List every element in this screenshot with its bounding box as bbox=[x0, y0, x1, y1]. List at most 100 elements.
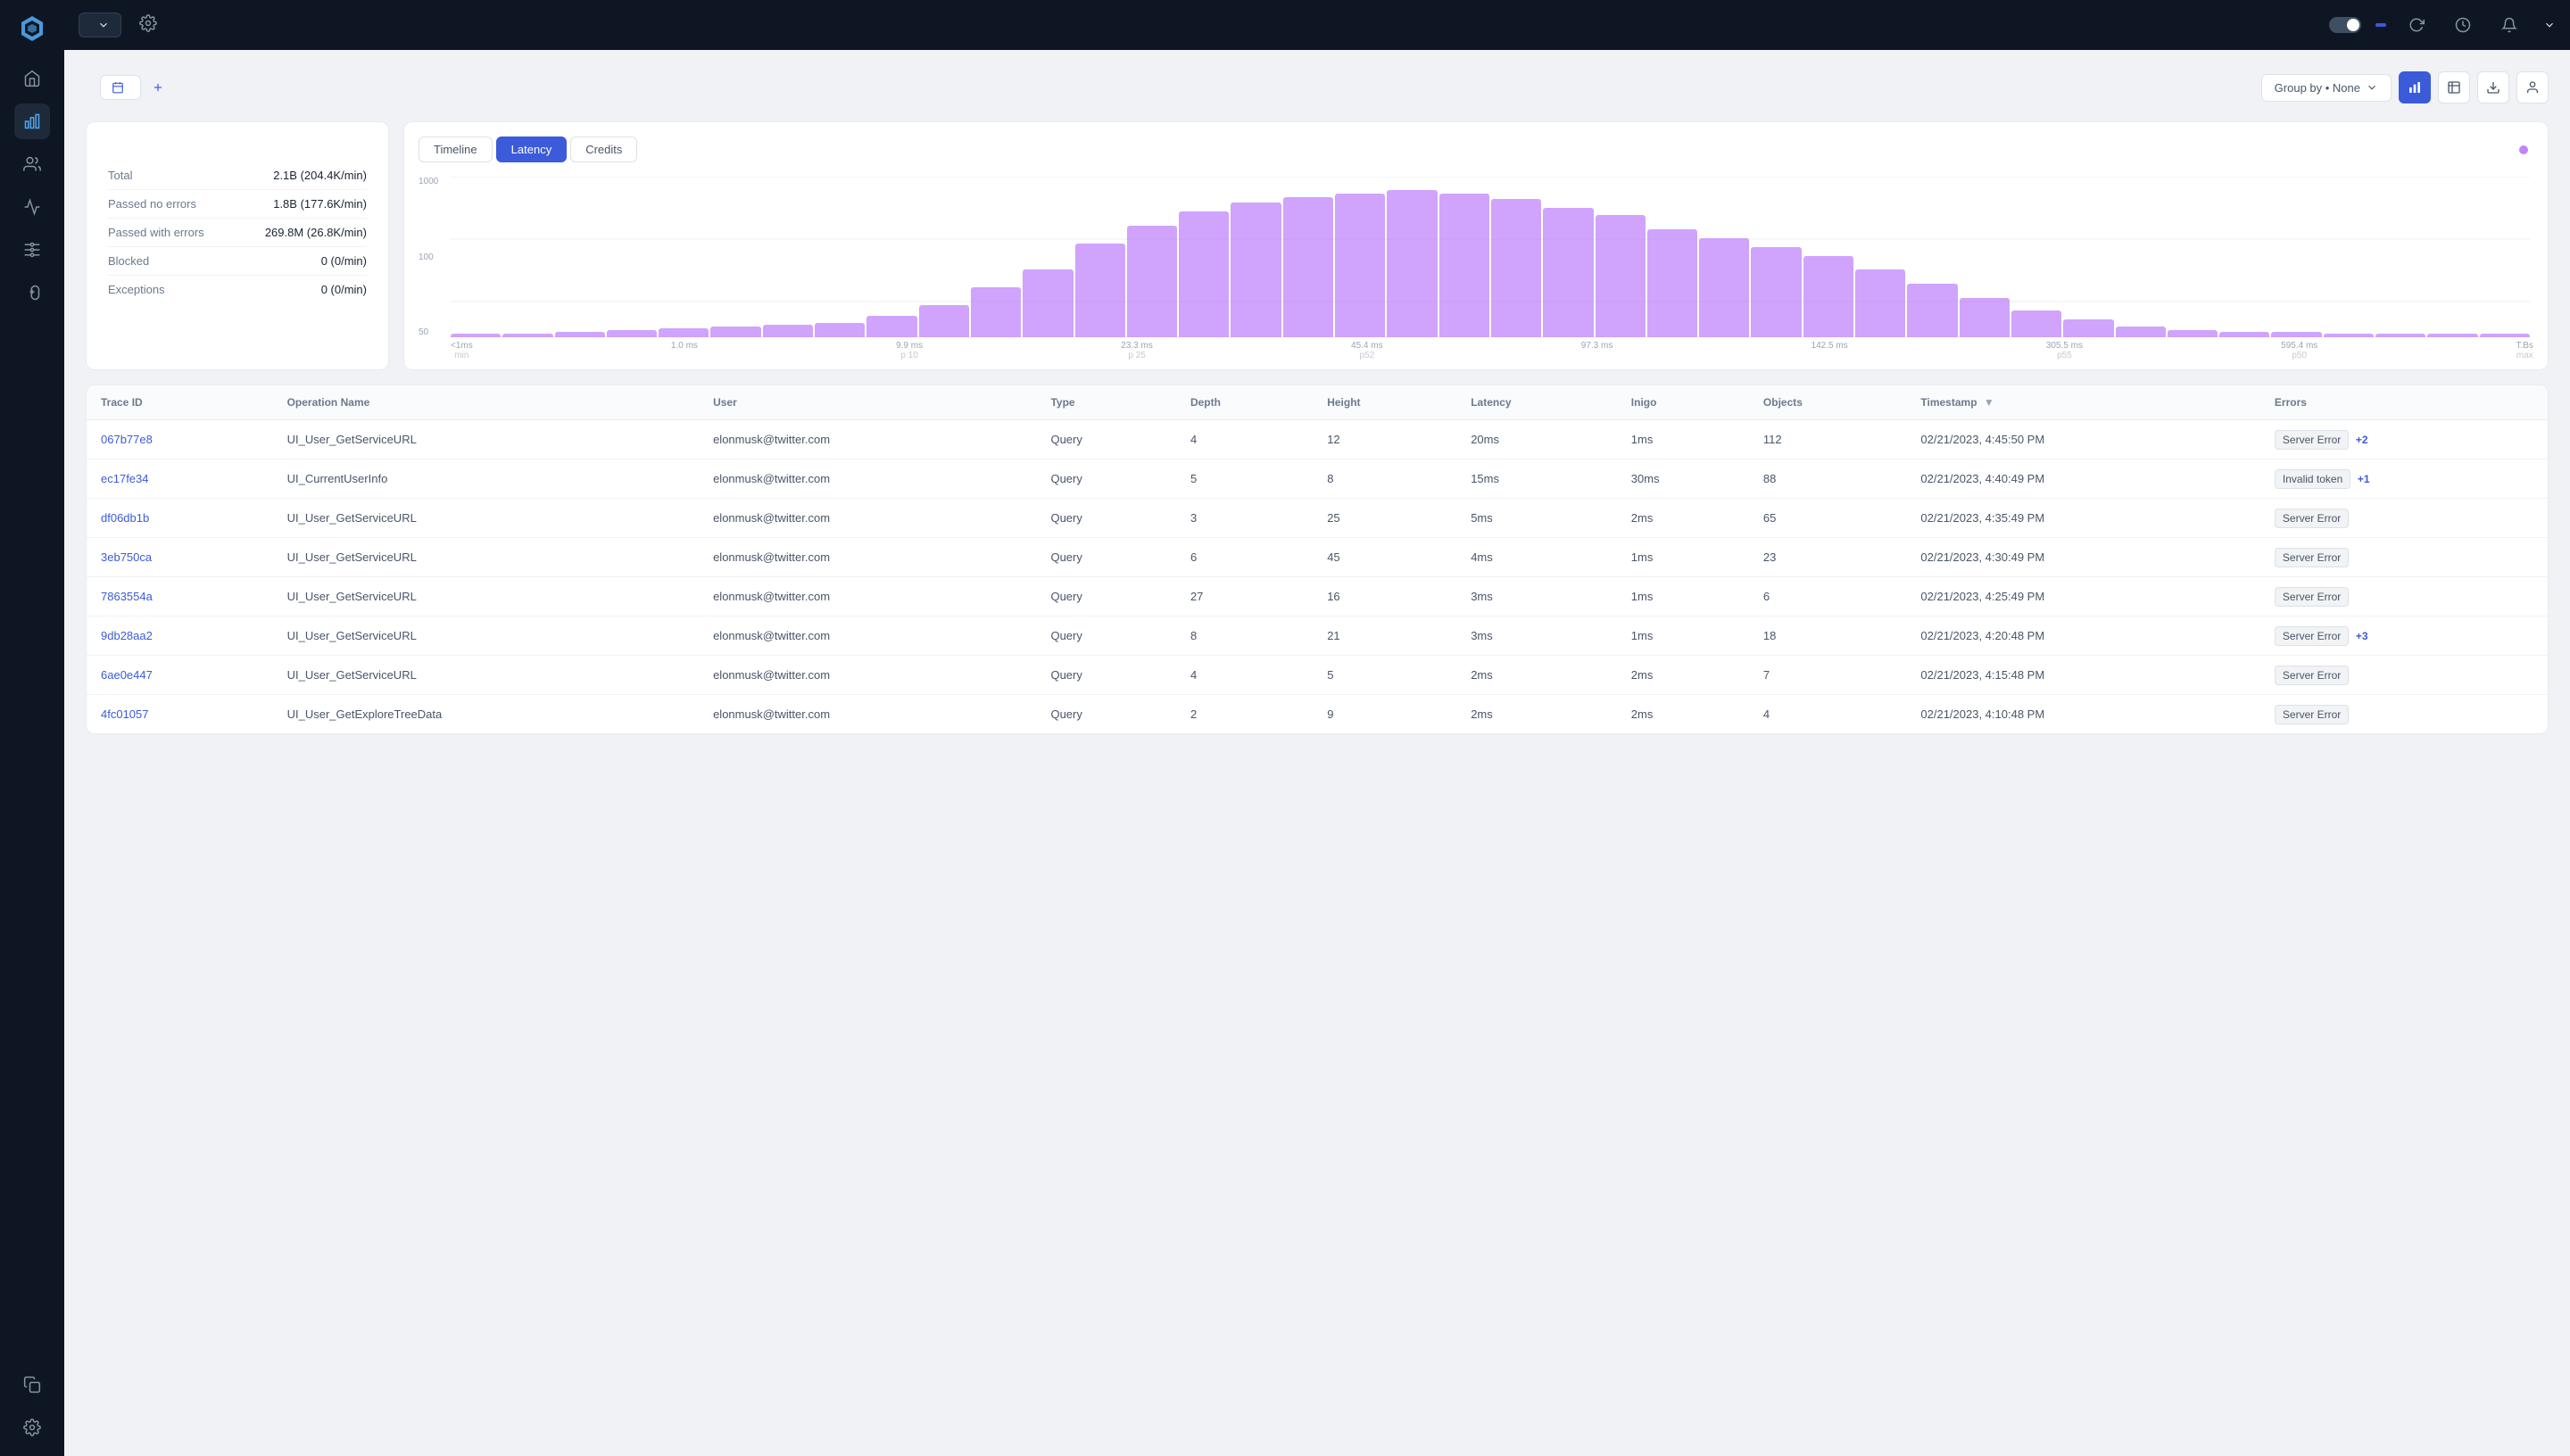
date-filter-button[interactable] bbox=[100, 75, 141, 100]
chart-bar bbox=[1803, 256, 1853, 337]
operation-cell: UI_User_GetServiceURL bbox=[273, 656, 699, 695]
trace-link[interactable]: 4fc01057 bbox=[101, 707, 149, 721]
sidebar-gamepad[interactable] bbox=[14, 275, 50, 310]
chart-bar bbox=[1647, 229, 1697, 337]
col-header-operation-name: Operation Name bbox=[273, 385, 699, 420]
depth-cell: 2 bbox=[1176, 695, 1313, 734]
table-card: Trace IDOperation NameUserTypeDepthHeigh… bbox=[86, 385, 2549, 734]
trace-link[interactable]: 6ae0e447 bbox=[101, 668, 153, 682]
trace-id-cell[interactable]: 067b77e8 bbox=[87, 420, 273, 459]
trace-id-cell[interactable]: 3eb750ca bbox=[87, 538, 273, 577]
add-filter-button[interactable] bbox=[152, 81, 168, 94]
errors-cell: Server Error +3 bbox=[2260, 616, 2548, 656]
latency-cell: 3ms bbox=[1456, 577, 1617, 616]
trace-link[interactable]: 3eb750ca bbox=[101, 550, 152, 564]
trace-id-cell[interactable]: 9db28aa2 bbox=[87, 616, 273, 656]
objects-cell: 23 bbox=[1749, 538, 1906, 577]
chart-bar bbox=[607, 330, 657, 337]
sidebar-users[interactable] bbox=[14, 146, 50, 182]
trace-link[interactable]: 7863554a bbox=[101, 590, 153, 603]
tab-credits[interactable]: Credits bbox=[570, 136, 637, 162]
trace-link[interactable]: df06db1b bbox=[101, 511, 149, 525]
latency-cell: 4ms bbox=[1456, 538, 1617, 577]
refresh-button[interactable] bbox=[2400, 9, 2433, 41]
col-header-inigo: Inigo bbox=[1617, 385, 1749, 420]
plus-icon bbox=[152, 81, 164, 94]
data-table: Trace IDOperation NameUserTypeDepthHeigh… bbox=[87, 385, 2548, 733]
chart-bar bbox=[1127, 226, 1177, 337]
download-button[interactable] bbox=[2477, 71, 2509, 103]
chart-bar bbox=[1387, 190, 1437, 337]
tab-latency[interactable]: Latency bbox=[496, 136, 568, 162]
group-by-button[interactable]: Group by • None bbox=[2261, 74, 2392, 102]
depth-cell: 5 bbox=[1176, 459, 1313, 499]
depth-cell: 4 bbox=[1176, 420, 1313, 459]
sidebar-home[interactable] bbox=[14, 61, 50, 96]
live-switch[interactable] bbox=[2329, 17, 2361, 33]
latency-cell: 2ms bbox=[1456, 695, 1617, 734]
group-by-chevron-icon bbox=[2366, 81, 2378, 94]
clock-button[interactable] bbox=[2447, 9, 2479, 41]
user-view-button[interactable] bbox=[2516, 71, 2549, 103]
user-menu[interactable] bbox=[2540, 19, 2556, 31]
user-cell: elonmusk@twitter.com bbox=[699, 695, 1036, 734]
inigo-cell: 2ms bbox=[1617, 499, 1749, 538]
bar-chart-view-button[interactable] bbox=[2399, 71, 2431, 103]
trace-id-cell[interactable]: 6ae0e447 bbox=[87, 656, 273, 695]
inigo-cell: 1ms bbox=[1617, 538, 1749, 577]
trace-id-cell[interactable]: ec17fe34 bbox=[87, 459, 273, 499]
table-row: 3eb750ca UI_User_GetServiceURL elonmusk@… bbox=[87, 538, 2548, 577]
error-badge: Server Error bbox=[2275, 705, 2349, 724]
trace-id-cell[interactable]: 4fc01057 bbox=[87, 695, 273, 734]
col-header-timestamp[interactable]: Timestamp ▼ bbox=[1906, 385, 2260, 420]
errors-cell: Server Error bbox=[2260, 695, 2548, 734]
trace-id-cell[interactable]: df06db1b bbox=[87, 499, 273, 538]
trace-link[interactable]: 9db28aa2 bbox=[101, 629, 153, 642]
error-badge: Server Error bbox=[2275, 430, 2349, 450]
type-cell: Query bbox=[1036, 538, 1176, 577]
error-badge: Invalid token bbox=[2275, 469, 2350, 489]
service-selector[interactable] bbox=[79, 12, 121, 37]
trace-link[interactable]: 067b77e8 bbox=[101, 433, 153, 446]
chart-bar bbox=[1699, 238, 1749, 337]
person-icon bbox=[2525, 80, 2540, 95]
sidebar-activity[interactable] bbox=[14, 189, 50, 225]
sidebar-analytics[interactable] bbox=[14, 103, 50, 139]
chart-bar bbox=[2011, 310, 2061, 337]
tab-timeline[interactable]: Timeline bbox=[419, 136, 493, 162]
latency-cell: 2ms bbox=[1456, 656, 1617, 695]
type-cell: Query bbox=[1036, 656, 1176, 695]
height-cell: 16 bbox=[1313, 577, 1456, 616]
details-card: Total2.1B (204.4K/min)Passed no errors1.… bbox=[86, 121, 389, 370]
sidebar bbox=[0, 0, 64, 1456]
depth-cell: 4 bbox=[1176, 656, 1313, 695]
table-view-button[interactable] bbox=[2438, 71, 2470, 103]
sidebar-settings-bottom[interactable] bbox=[14, 1410, 50, 1445]
inigo-cell: 2ms bbox=[1617, 695, 1749, 734]
sidebar-copy[interactable] bbox=[14, 1367, 50, 1402]
bar-chart-icon bbox=[2408, 80, 2422, 95]
main-wrapper: Group by • None bbox=[64, 0, 2570, 1456]
depth-cell: 3 bbox=[1176, 499, 1313, 538]
table-header-row: Trace IDOperation NameUserTypeDepthHeigh… bbox=[87, 385, 2548, 420]
details-row: Passed with errors269.8M (26.8K/min) bbox=[108, 219, 367, 247]
chart-bar bbox=[1907, 284, 1957, 337]
operation-cell: UI_User_GetServiceURL bbox=[273, 499, 699, 538]
table-body: 067b77e8 UI_User_GetServiceURL elonmusk@… bbox=[87, 420, 2548, 734]
chart-bar bbox=[659, 328, 709, 337]
notification-button[interactable] bbox=[2493, 9, 2525, 41]
x-axis-label: 305.5 msp55 bbox=[2046, 341, 2083, 360]
plus-badge: +3 bbox=[2356, 630, 2368, 642]
timestamp-cell: 02/21/2023, 4:45:50 PM bbox=[1906, 420, 2260, 459]
col-header-trace-id: Trace ID bbox=[87, 385, 273, 420]
timestamp-cell: 02/21/2023, 4:15:48 PM bbox=[1906, 656, 2260, 695]
chevron-down-icon bbox=[97, 19, 110, 31]
type-cell: Query bbox=[1036, 459, 1176, 499]
chart-bar bbox=[1231, 203, 1281, 337]
settings-button[interactable] bbox=[132, 7, 164, 44]
topbar bbox=[64, 0, 2570, 50]
trace-link[interactable]: ec17fe34 bbox=[101, 472, 149, 485]
sidebar-filters[interactable] bbox=[14, 232, 50, 268]
details-rows: Total2.1B (204.4K/min)Passed no errors1.… bbox=[108, 161, 367, 303]
trace-id-cell[interactable]: 7863554a bbox=[87, 577, 273, 616]
